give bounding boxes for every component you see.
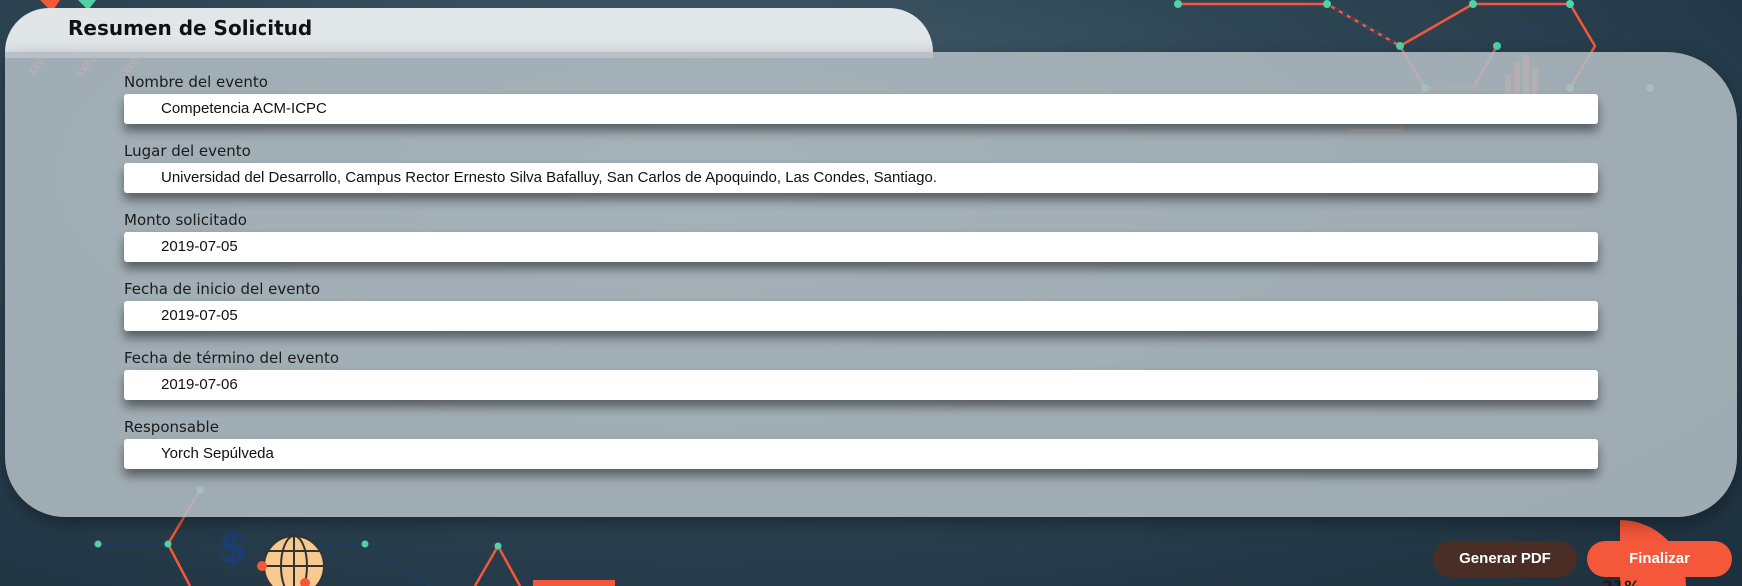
percent-label: 21% xyxy=(1602,577,1640,586)
responsible-value: Yorch Sepúlveda xyxy=(124,439,1598,469)
page-title: Resumen de Solicitud xyxy=(68,16,313,40)
start-date-value: 2019-07-05 xyxy=(124,301,1598,331)
field-start-date: Fecha de inicio del evento 2019-07-05 xyxy=(124,279,1598,331)
event-location-value: Universidad del Desarrollo, Campus Recto… xyxy=(124,163,1598,193)
field-label: Lugar del evento xyxy=(124,142,251,160)
field-event-name: Nombre del evento Competencia ACM-ICPC xyxy=(124,72,1598,124)
field-requested-amount: Monto solicitado 2019-07-05 xyxy=(124,210,1598,262)
field-label: Nombre del evento xyxy=(124,73,268,91)
generate-pdf-button[interactable]: Generar PDF xyxy=(1433,541,1577,577)
event-name-value: Competencia ACM-ICPC xyxy=(124,94,1598,124)
requested-amount-value: 2019-07-05 xyxy=(124,232,1598,262)
field-label: Fecha de término del evento xyxy=(124,349,340,367)
finish-button[interactable]: Finalizar xyxy=(1587,541,1732,577)
field-label: Responsable xyxy=(124,418,219,436)
field-event-location: Lugar del evento Universidad del Desarro… xyxy=(124,141,1598,193)
field-label: Fecha de inicio del evento xyxy=(124,280,321,298)
field-label: Monto solicitado xyxy=(124,211,247,229)
dollar-icon: $ xyxy=(218,522,249,573)
end-date-value: 2019-07-06 xyxy=(124,370,1598,400)
globe-icon xyxy=(257,535,325,586)
field-end-date: Fecha de término del evento 2019-07-06 xyxy=(124,348,1598,400)
field-responsible: Responsable Yorch Sepúlveda xyxy=(124,417,1598,469)
